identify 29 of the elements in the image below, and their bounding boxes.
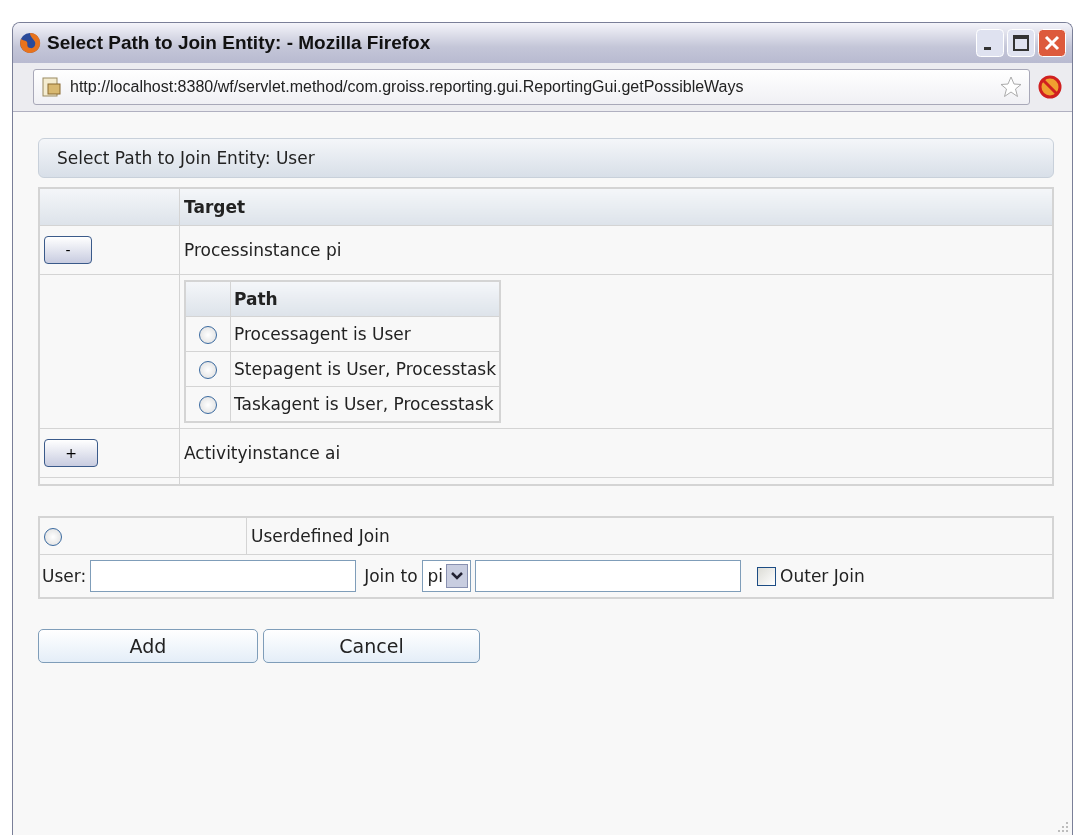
resize-grip[interactable] bbox=[1055, 819, 1069, 833]
radio-button[interactable] bbox=[199, 326, 217, 344]
window-title: Select Path to Join Entity: - Mozilla Firefox bbox=[47, 32, 432, 54]
globe-icon bbox=[19, 32, 41, 54]
input-field[interactable] bbox=[90, 560, 357, 592]
toggle-button[interactable]: + bbox=[44, 439, 98, 467]
field-label: Join to bbox=[364, 566, 418, 586]
input-field[interactable] bbox=[475, 560, 742, 592]
dialog-button[interactable]: Add bbox=[38, 629, 258, 663]
checkbox[interactable] bbox=[757, 566, 777, 586]
field-label: User: bbox=[42, 566, 87, 586]
maximize-button[interactable] bbox=[1007, 29, 1035, 57]
join-dropdown[interactable]: pi bbox=[421, 560, 472, 592]
blocked-icon[interactable] bbox=[1038, 75, 1062, 99]
minimize-button[interactable] bbox=[976, 29, 1004, 57]
radio-button[interactable] bbox=[199, 361, 217, 379]
page-icon bbox=[40, 76, 62, 98]
panel-title: Select Path to Join Entity: User bbox=[57, 148, 315, 168]
radio-button[interactable] bbox=[44, 528, 62, 546]
toggle-button[interactable]: - bbox=[44, 236, 92, 264]
column-header: Path bbox=[230, 281, 501, 317]
address-bar[interactable]: http://localhost:8380/wf/servlet.method/com.groiss.reporting.gui.ReportingGui.getPossibleWays bbox=[33, 69, 1030, 105]
radio-button[interactable] bbox=[199, 396, 217, 414]
checkbox-label: Outer Join bbox=[780, 566, 865, 586]
url-text: http://localhost:8380/wf/servlet.method/com.groiss.reporting.gui.ReportingGui.getPossibleWays bbox=[70, 78, 745, 96]
close-button[interactable] bbox=[1038, 29, 1066, 57]
star-icon[interactable] bbox=[999, 75, 1023, 99]
dialog-button[interactable]: Cancel bbox=[263, 629, 480, 663]
column-header: Target bbox=[179, 188, 1053, 226]
